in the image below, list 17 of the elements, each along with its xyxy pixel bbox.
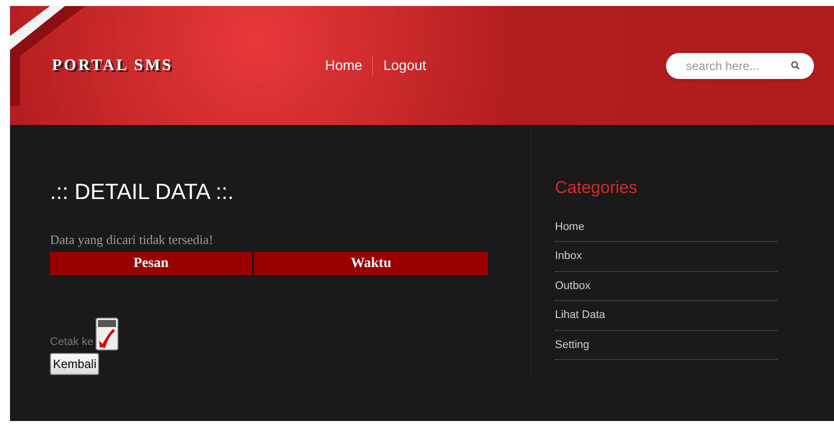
print-label: Cetak ke	[50, 335, 94, 350]
nav-link[interactable]: Home	[315, 55, 372, 76]
search-field[interactable]: search here...	[666, 52, 814, 78]
site-logo: PORTAL SMS	[52, 56, 174, 76]
search-icon[interactable]	[791, 60, 800, 70]
sidebar-item[interactable]: Inbox	[555, 242, 777, 272]
table-header-cell: Pesan	[50, 252, 252, 274]
sidebar-item[interactable]: Home	[555, 212, 777, 242]
sidebar-item[interactable]: Lihat Data	[555, 301, 777, 330]
nav-link[interactable]: Logout	[372, 55, 436, 76]
status-message: Data yang dicari tidak tersedia!	[50, 231, 214, 249]
page-heading: .:: DETAIL DATA ::.	[50, 178, 234, 206]
sidebar-item[interactable]: Outbox	[555, 272, 777, 301]
sidebar-item[interactable]: Setting	[555, 330, 777, 360]
back-button[interactable]: Kembali	[50, 352, 100, 374]
table-header-cell: Waktu	[254, 252, 488, 274]
sidebar-title: Categories	[555, 177, 638, 199]
